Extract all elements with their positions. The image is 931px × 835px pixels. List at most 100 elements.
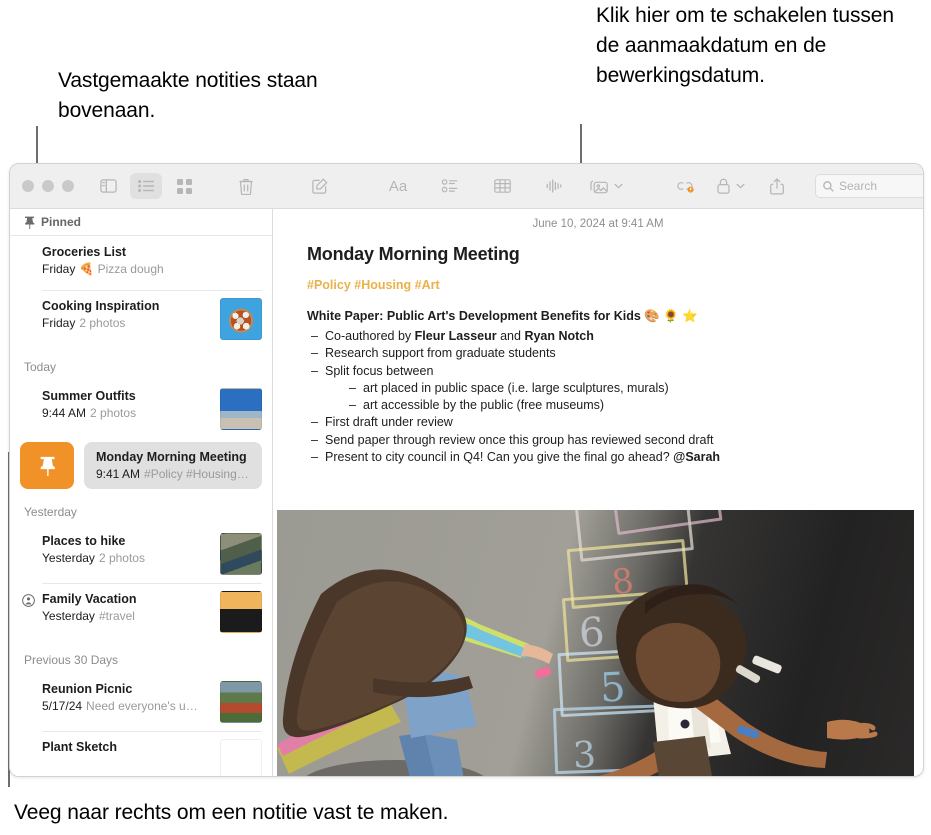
child-right [598,584,878,776]
sub-bullet-item: art accessible by the public (free museu… [349,397,923,415]
search-placeholder: Search [839,179,878,193]
bullet-item: First draft under review [311,414,923,432]
note-photo[interactable]: 8 6 5 3 [277,510,914,776]
note-detail: June 10, 2024 at 9:41 AM Monday Morning … [273,209,923,776]
note-subtitle: Yesterday #travel [42,608,212,624]
note-date-toggle[interactable]: June 10, 2024 at 9:41 AM [273,209,923,230]
notes-group-pinned: Groceries List Friday 🍕 Pizza dough Cooki… [10,236,272,348]
note-title: Reunion Picnic [42,682,133,696]
note-title: Monday Morning Meeting [96,450,247,464]
note-title: Groceries List [42,245,127,259]
notes-window: Aa Search Pinned Groceries List Friday 🍕… [9,163,924,777]
note-date: Yesterday [42,609,95,623]
note-snippet: 2 photos [79,316,126,330]
note-date: Yesterday [42,551,95,565]
note-snippet: #Policy #Housing… [144,467,249,481]
bullet-text: Co-authored by [325,329,415,343]
gallery-view-button[interactable] [168,173,200,199]
note-subtitle: Yesterday 2 photos [42,550,212,566]
callout-pinned-notes: Vastgemaakte notities staan bovenaan. [58,69,318,122]
note-title: Cooking Inspiration [42,299,160,313]
list-view-button[interactable] [130,173,162,199]
delete-button[interactable] [230,173,262,199]
pinned-label: Pinned [41,215,82,229]
window-body: Pinned Groceries List Friday 🍕 Pizza doug… [10,209,923,776]
note-date: 9:44 AM [42,406,87,420]
note-snippet: #travel [98,609,135,623]
list-item-swiped[interactable]: Monday Morning Meeting 9:41 AM #Policy #H… [10,438,272,493]
close-button[interactable] [22,180,34,192]
note-thumbnail [220,681,262,723]
toolbar: Aa Search [10,164,923,209]
chevron-down-icon [736,183,745,189]
note-snippet: 2 photos [98,551,145,565]
note-date: 9:41 AM [96,467,141,481]
list-item[interactable]: Plant Sketch [10,731,272,776]
lock-button[interactable] [717,173,745,199]
note-date: Friday [42,262,76,276]
sidebar-toggle-button[interactable] [92,173,124,199]
collaborate-button[interactable] [669,173,701,199]
zoom-button[interactable] [62,180,74,192]
note-sub-bullet-list: art placed in public space (i.e. large s… [325,380,923,415]
note-snippet: 🍕 Pizza dough [79,262,164,276]
notes-list[interactable]: Pinned Groceries List Friday 🍕 Pizza doug… [10,209,273,776]
minimize-button[interactable] [42,180,54,192]
note-thumbnail [220,739,262,776]
notes-group-header-yesterday: Yesterday [24,505,77,519]
chevron-down-icon [614,183,623,189]
note-heading-line: White Paper: Public Art's Development Be… [307,309,698,323]
note-bullet-list: Co-authored by Fleur Lasseur and Ryan No… [273,328,923,467]
list-item[interactable]: Places to hike Yesterday 2 photos [10,525,272,583]
format-button[interactable]: Aa [382,173,414,199]
bullet-text: and [496,329,525,343]
list-item[interactable]: Summer Outfits 9:44 AM 2 photos [10,380,272,438]
mention-sarah[interactable]: @Sarah [673,450,720,464]
search-input[interactable]: Search [815,174,923,198]
callout-date-toggle: Klik hier om te schakelen tussen de aanm… [596,4,894,87]
note-subtitle: 5/17/24 Need everyone's u… [42,698,212,714]
bullet-text: Present to city council in Q4! Can you g… [325,450,674,465]
note-title: Summer Outfits [42,389,136,403]
window-controls[interactable] [10,180,74,192]
note-snippet: Need everyone's u… [86,699,198,713]
notes-group-header-today: Today [24,360,57,374]
table-button[interactable] [486,173,518,199]
share-button[interactable] [761,173,793,199]
bullet-item: Split focus between art placed in public… [311,363,923,415]
format-label: Aa [388,177,408,195]
media-button[interactable] [590,173,623,199]
bullet-item: Send paper through review once this grou… [311,432,923,450]
bullet-item: Present to city council in Q4! Can you g… [311,449,923,467]
note-thumbnail [220,388,262,430]
compose-note-button[interactable] [304,173,336,199]
pin-swipe-action-button[interactable] [20,442,74,489]
note-thumbnail [220,533,262,575]
note-tags[interactable]: #Policy #Housing #Art [273,265,923,292]
list-item[interactable]: Cooking Inspiration Friday 2 photos [10,290,272,348]
list-item-selected[interactable]: Monday Morning Meeting 9:41 AM #Policy #H… [84,442,262,489]
note-thumbnail [220,298,262,340]
bullet-item: Co-authored by Fleur Lasseur and Ryan No… [311,328,923,346]
note-title: Plant Sketch [42,740,118,754]
note-date: Friday [42,316,76,330]
note-subtitle: Friday 2 photos [42,315,212,331]
shared-note-icon [22,594,35,607]
notes-group-header-previous30: Previous 30 Days [24,653,119,667]
bullet-bold: Ryan Notch [524,329,594,343]
note-title: Family Vacation [42,592,137,606]
sub-bullet-item: art placed in public space (i.e. large s… [349,380,923,398]
note-snippet: 2 photos [90,406,137,420]
note-subtitle: 9:44 AM 2 photos [42,405,212,421]
note-date: 5/17/24 [42,699,83,713]
list-item[interactable]: Reunion Picnic 5/17/24 Need everyone's u… [10,673,272,731]
checklist-button[interactable] [434,173,466,199]
search-icon [823,180,834,192]
list-item[interactable]: Groceries List Friday 🍕 Pizza dough [10,236,272,290]
bullet-item: Research support from graduate students [311,345,923,363]
page-title: Monday Morning Meeting [307,244,520,264]
pin-icon [25,216,35,229]
audio-recording-button[interactable] [538,173,570,199]
note-title: Places to hike [42,534,126,548]
list-item[interactable]: Family Vacation Yesterday #travel [10,583,272,641]
